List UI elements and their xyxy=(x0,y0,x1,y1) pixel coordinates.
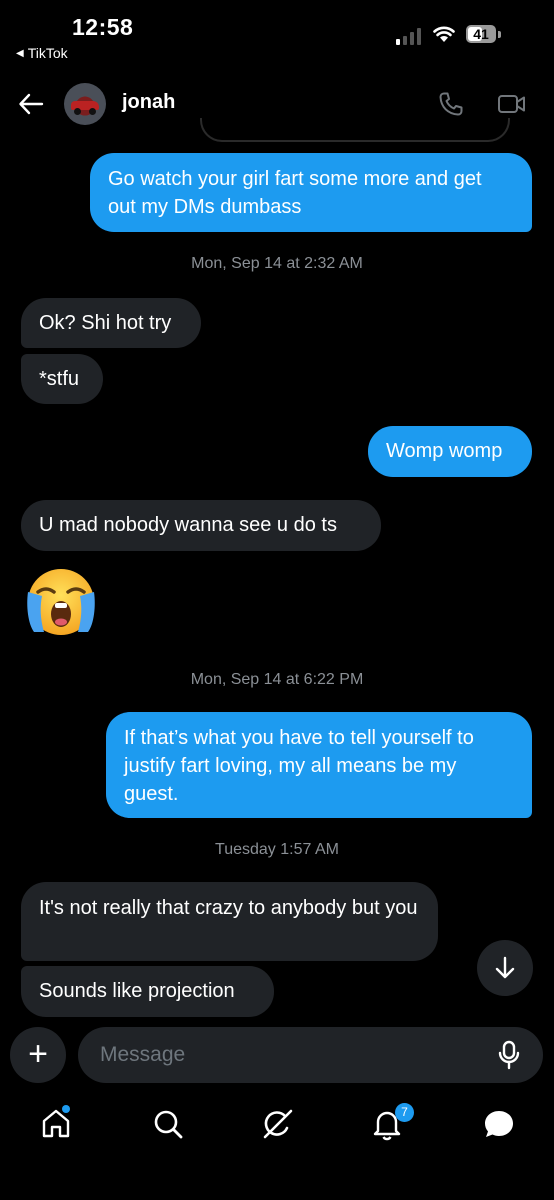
message-outgoing[interactable]: Go watch your girl fart some more and ge… xyxy=(90,153,532,232)
microphone-icon[interactable] xyxy=(497,1040,521,1070)
avatar[interactable] xyxy=(64,83,106,125)
notifications-badge: 7 xyxy=(395,1103,414,1122)
grok-icon[interactable] xyxy=(261,1107,295,1141)
back-triangle-icon: ◀ xyxy=(16,47,24,59)
message-incoming[interactable]: Ok? Shi hot try xyxy=(21,298,201,348)
loudly-crying-face-icon[interactable] xyxy=(22,566,100,638)
bottom-navigation: 7 xyxy=(0,1095,554,1155)
message-timestamp: Tuesday 1:57 AM xyxy=(215,841,339,858)
phone-icon[interactable] xyxy=(438,91,464,117)
status-bar: 12:58 ◀ TikTok 41 xyxy=(0,0,554,70)
wifi-icon xyxy=(433,26,455,42)
scroll-to-bottom-button[interactable] xyxy=(477,940,533,996)
message-timestamp: Mon, Sep 14 at 2:32 AM xyxy=(191,255,363,272)
home-unread-dot xyxy=(62,1105,70,1113)
contact-name[interactable]: jonah xyxy=(122,91,175,114)
message-timestamp: Mon, Sep 14 at 6:22 PM xyxy=(190,671,364,688)
message-incoming[interactable]: *stfu xyxy=(21,354,103,404)
message-outgoing[interactable]: Womp womp xyxy=(368,426,532,477)
battery-percent: 41 xyxy=(473,26,489,42)
cellular-signal-icon xyxy=(396,28,421,45)
video-call-icon[interactable] xyxy=(497,91,527,117)
add-attachment-button[interactable]: + xyxy=(10,1027,66,1083)
back-app-label: TikTok xyxy=(27,45,68,61)
back-to-app-link[interactable]: ◀ TikTok xyxy=(16,45,68,61)
status-time: 12:58 xyxy=(72,14,134,40)
message-outgoing[interactable]: If that’s what you have to tell yourself… xyxy=(106,712,532,818)
message-incoming[interactable]: U mad nobody wanna see u do ts xyxy=(21,500,381,551)
message-input[interactable] xyxy=(78,1027,543,1083)
message-incoming[interactable]: Sounds like projection xyxy=(21,966,274,1017)
back-arrow-icon[interactable] xyxy=(18,91,44,117)
messages-icon[interactable] xyxy=(482,1107,516,1141)
previous-message-edge xyxy=(200,118,510,142)
battery-indicator: 41 xyxy=(466,25,502,45)
search-icon[interactable] xyxy=(151,1107,185,1141)
message-incoming[interactable]: It's not really that crazy to anybody bu… xyxy=(21,882,438,961)
arrow-down-icon xyxy=(495,956,515,979)
plus-icon: + xyxy=(28,1035,48,1073)
